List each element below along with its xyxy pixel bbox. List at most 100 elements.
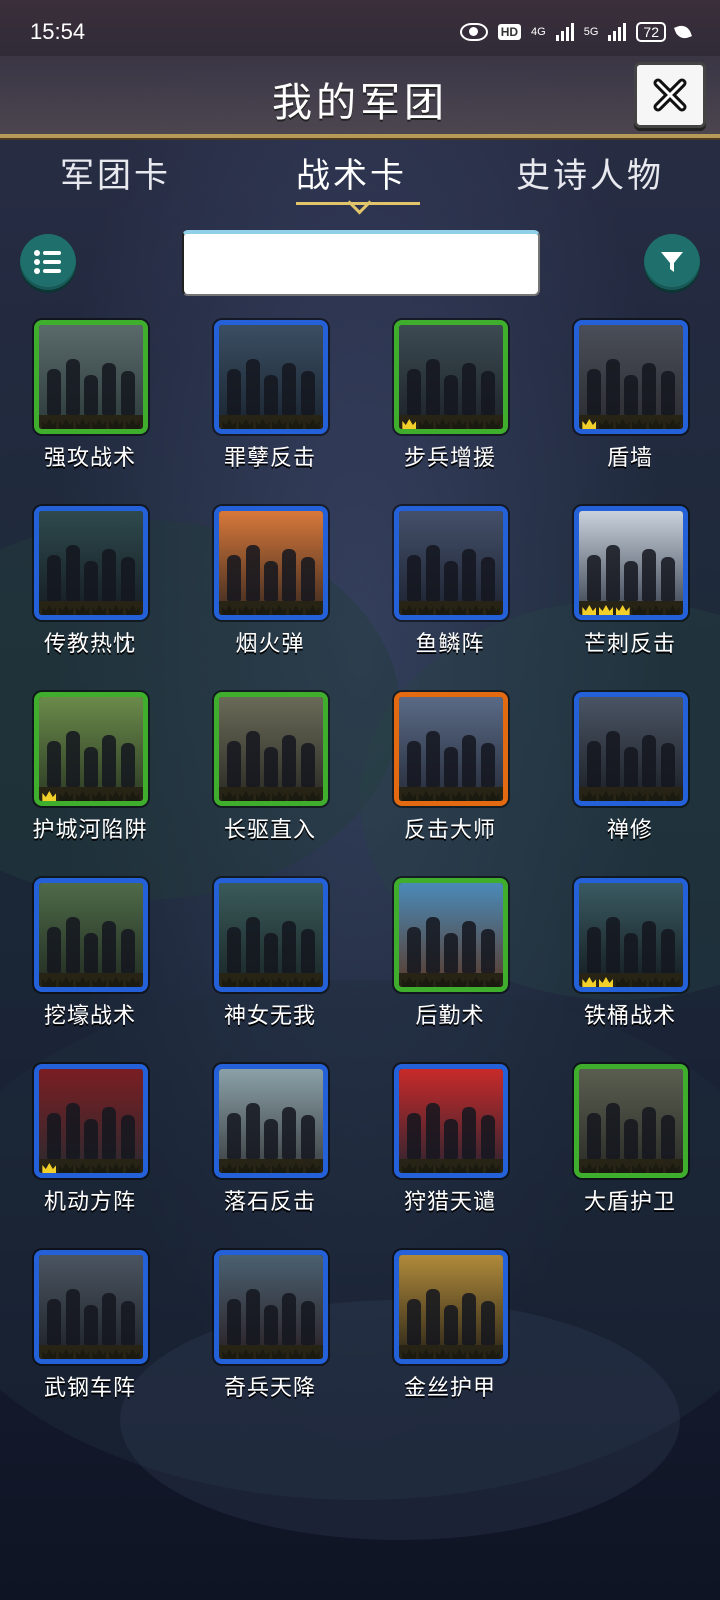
card-frame-blue[interactable] — [214, 506, 328, 620]
card-frame-blue[interactable] — [574, 320, 688, 434]
crown-icon — [452, 791, 467, 801]
crown-icon — [305, 605, 320, 615]
tactic-card[interactable]: 奇兵天降 — [180, 1248, 360, 1418]
list-icon — [34, 250, 61, 274]
tab-bar: 军团卡 战术卡 史诗人物 — [0, 148, 720, 215]
card-frame-blue[interactable] — [34, 1250, 148, 1364]
moat-ruins-artwork — [39, 697, 143, 801]
tactic-card[interactable]: 烟火弹 — [180, 504, 360, 674]
crown-icon — [125, 419, 140, 429]
card-frame-blue[interactable] — [34, 878, 148, 992]
tactic-card[interactable]: 盾墙 — [540, 318, 720, 488]
tactic-card[interactable]: 禅修 — [540, 690, 720, 860]
tactic-card[interactable]: 后勤术 — [360, 876, 540, 1046]
card-frame-blue[interactable] — [214, 320, 328, 434]
tactic-card[interactable]: 机动方阵 — [0, 1062, 180, 1232]
crown-icon — [582, 419, 597, 429]
tactic-card[interactable]: 传教热忱 — [0, 504, 180, 674]
crown-icon — [632, 419, 647, 429]
search-input[interactable] — [182, 230, 540, 296]
crown-icon — [648, 977, 663, 987]
card-name: 罪孽反击 — [223, 446, 316, 471]
tactic-card[interactable]: 鱼鳞阵 — [360, 504, 540, 674]
crown-icon — [418, 419, 433, 429]
crown-icon — [58, 1349, 73, 1359]
crown-icon — [435, 1163, 450, 1173]
card-name: 长驱直入 — [223, 818, 316, 843]
card-frame-orange[interactable] — [394, 692, 508, 806]
crown-icon — [272, 791, 287, 801]
crown-icon — [42, 1163, 57, 1173]
tactic-card[interactable]: 步兵增援 — [360, 318, 540, 488]
card-frame-green[interactable] — [574, 1064, 688, 1178]
tab-tactic-cards[interactable]: 战术卡 — [296, 148, 407, 197]
card-frame-blue[interactable] — [574, 692, 688, 806]
tactic-card[interactable]: 落石反击 — [180, 1062, 360, 1232]
card-name: 武钢车阵 — [43, 1376, 136, 1401]
card-frame-green[interactable] — [34, 320, 148, 434]
crown-icon — [402, 1349, 417, 1359]
card-frame-green[interactable] — [34, 692, 148, 806]
shield-knight-artwork — [399, 697, 503, 801]
crown-icon — [402, 1163, 417, 1173]
tactic-card[interactable]: 强攻战术 — [0, 318, 180, 488]
card-frame-blue[interactable] — [394, 506, 508, 620]
card-name: 铁桶战术 — [583, 1004, 676, 1029]
list-view-button[interactable] — [20, 234, 76, 290]
crown-icon — [222, 1163, 237, 1173]
tactic-card[interactable]: 长驱直入 — [180, 690, 360, 860]
tactic-card[interactable]: 铁桶战术 — [540, 876, 720, 1046]
tab-epic-heroes[interactable]: 史诗人物 — [516, 148, 664, 197]
card-name: 后勤术 — [415, 1004, 485, 1029]
explosion-artwork — [219, 511, 323, 615]
card-name: 禅修 — [606, 818, 653, 843]
card-frame-blue[interactable] — [394, 1064, 508, 1178]
crown-icon — [485, 977, 500, 987]
tab-legion-cards[interactable]: 军团卡 — [60, 148, 171, 197]
crown-icon — [58, 1163, 73, 1173]
card-name: 反击大师 — [403, 818, 496, 843]
tactic-card[interactable]: 大盾护卫 — [540, 1062, 720, 1232]
tactic-card[interactable]: 反击大师 — [360, 690, 540, 860]
crown-icon — [255, 605, 270, 615]
crown-icon — [468, 605, 483, 615]
crown-icon — [75, 605, 90, 615]
tactic-card[interactable]: 护城河陷阱 — [0, 690, 180, 860]
close-button[interactable] — [634, 62, 706, 128]
card-frame-blue[interactable] — [214, 878, 328, 992]
tactic-card[interactable]: 狩猎天谴 — [360, 1062, 540, 1232]
tactic-card[interactable]: 神女无我 — [180, 876, 360, 1046]
crown-icon — [42, 977, 57, 987]
crown-icon — [598, 1163, 613, 1173]
card-frame-blue[interactable] — [394, 1250, 508, 1364]
crown-icon — [305, 419, 320, 429]
crown-icon — [598, 605, 613, 615]
crown-icon — [615, 791, 630, 801]
tactic-card[interactable]: 挖壕战术 — [0, 876, 180, 1046]
card-frame-green[interactable] — [214, 692, 328, 806]
star-level-bar — [579, 787, 683, 801]
tactic-card[interactable]: 芒刺反击 — [540, 504, 720, 674]
signal-icon — [555, 23, 574, 41]
star-level-bar — [579, 1159, 683, 1173]
card-frame-blue[interactable] — [214, 1250, 328, 1364]
card-frame-green[interactable] — [394, 320, 508, 434]
crown-icon — [582, 1163, 597, 1173]
card-frame-blue[interactable] — [34, 1064, 148, 1178]
crown-icon — [222, 791, 237, 801]
card-frame-blue[interactable] — [574, 878, 688, 992]
crown-icon — [582, 605, 597, 615]
tactic-card[interactable]: 武钢车阵 — [0, 1248, 180, 1418]
filter-button[interactable] — [644, 234, 700, 290]
cavalry-artwork — [219, 697, 323, 801]
tactic-card[interactable]: 金丝护甲 — [360, 1248, 540, 1418]
crown-icon — [92, 791, 107, 801]
crown-icon — [468, 1163, 483, 1173]
card-frame-green[interactable] — [394, 878, 508, 992]
card-frame-blue[interactable] — [214, 1064, 328, 1178]
crown-icon — [598, 977, 613, 987]
crown-icon — [485, 791, 500, 801]
card-frame-blue[interactable] — [34, 506, 148, 620]
tactic-card[interactable]: 罪孽反击 — [180, 318, 360, 488]
card-frame-blue[interactable] — [574, 506, 688, 620]
